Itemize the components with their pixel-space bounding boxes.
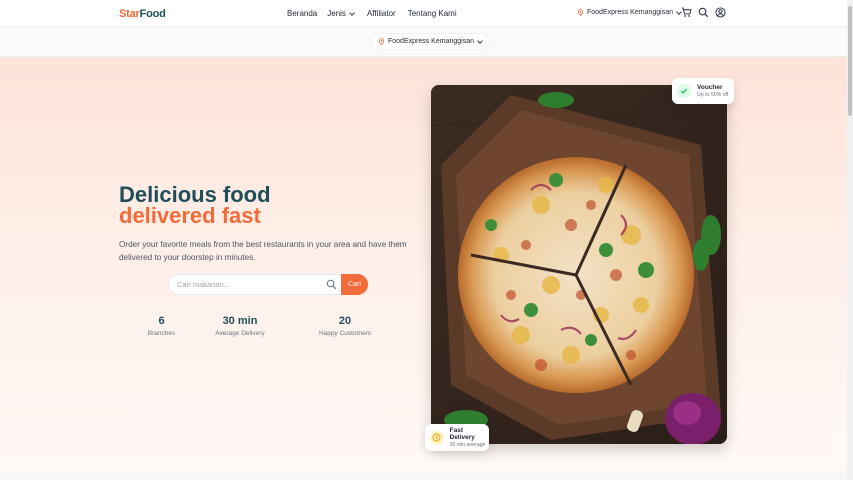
scrollbar-thumb[interactable] <box>848 6 852 116</box>
hero-title-line1: Delicious food <box>119 182 271 207</box>
voucher-subtitle: Up to 50% off <box>697 92 729 98</box>
logo-star: Star <box>119 8 140 20</box>
fast-delivery-card: Fast Delivery 30 min average <box>425 424 489 451</box>
location-label: FoodExpress Kemanggisan <box>587 9 673 16</box>
cart-icon[interactable] <box>681 7 692 18</box>
stat-value: 30 min <box>222 315 258 327</box>
hero-title: Delicious food delivered fast <box>119 182 271 228</box>
stat-customers: 20 Happy Customers <box>316 315 374 337</box>
location-selector[interactable]: FoodExpress Kemanggisan <box>577 8 682 16</box>
next-section-edge <box>0 471 847 480</box>
search-button[interactable]: Cari <box>341 274 368 295</box>
nav-beranda[interactable]: Beranda <box>287 9 317 18</box>
chevron-down-icon <box>349 9 355 16</box>
chevron-down-icon <box>477 37 483 44</box>
stat-delivery: 30 min Average Delivery <box>211 315 269 337</box>
location-pin-icon <box>577 9 584 16</box>
user-icon[interactable] <box>715 7 726 18</box>
stat-value: 20 <box>338 315 352 327</box>
nav-tentang-kami[interactable]: Tentang Kami <box>408 9 457 18</box>
logo[interactable]: StarFood <box>119 8 166 20</box>
top-navbar: StarFood Beranda Jenis Affiliator Tentan… <box>0 0 847 27</box>
stat-value: 6 <box>158 315 165 327</box>
voucher-card: Voucher Up to 50% off <box>672 78 734 104</box>
search-form: Cari makanan... Cari <box>168 274 368 295</box>
voucher-title: Voucher <box>697 84 723 91</box>
nav-jenis[interactable]: Jenis <box>327 9 355 18</box>
stat-label: Branches <box>147 330 176 337</box>
main-nav: Beranda Jenis Affiliator Tentang Kami <box>287 9 457 18</box>
branch-selector[interactable]: FoodExpress Kemanggisan <box>372 34 488 49</box>
nav-jenis-label: Jenis <box>327 9 346 18</box>
search-icon <box>326 279 337 290</box>
search-icon[interactable] <box>698 7 709 18</box>
stat-label: Average Delivery <box>215 330 265 337</box>
delivery-subtitle: 30 min average <box>449 442 486 448</box>
search-input[interactable]: Cari makanan... <box>168 274 342 295</box>
nav-affiliator[interactable]: Affiliator <box>367 9 396 18</box>
stat-label: Happy Customers <box>318 330 372 337</box>
location-bar: FoodExpress Kemanggisan <box>0 27 847 57</box>
delivery-title: Fast Delivery <box>449 427 475 441</box>
hero-food-image <box>431 85 727 444</box>
hero-title-line2: delivered fast <box>119 203 261 228</box>
hero-description: Order your favorite meals from the best … <box>119 240 407 262</box>
location-pin-icon <box>378 38 385 45</box>
check-icon <box>677 84 691 98</box>
logo-food: Food <box>139 8 166 20</box>
scrollbar[interactable] <box>847 0 853 480</box>
stat-branches: 6 Branches <box>145 315 178 337</box>
header-actions <box>681 7 726 18</box>
clock-icon <box>430 430 444 445</box>
branch-label: FoodExpress Kemanggisan <box>388 38 474 45</box>
pizza-illustration <box>431 85 727 444</box>
